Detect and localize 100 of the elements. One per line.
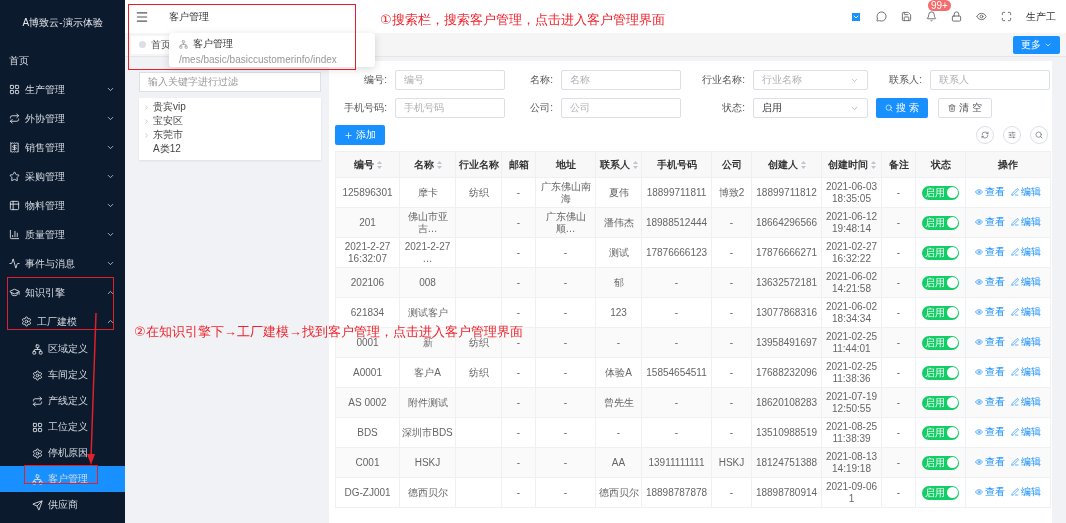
status-switch[interactable]: 启用 <box>922 395 959 410</box>
input-field[interactable]: 手机号码 <box>395 98 505 118</box>
add-button[interactable]: 添加 <box>335 125 385 145</box>
eye-icon <box>975 488 983 496</box>
edit-link[interactable]: 编辑 <box>1011 426 1041 438</box>
sidebar-item[interactable]: 工厂建模 <box>0 307 125 336</box>
sort-icon[interactable] <box>870 160 876 169</box>
more-button[interactable]: 更多 <box>1013 35 1060 54</box>
sidebar-item[interactable]: 区域定义 <box>0 336 125 362</box>
sort-icon[interactable] <box>800 160 806 169</box>
input-field[interactable]: 联系人 <box>930 70 1050 90</box>
sidebar-item[interactable]: 车间定义 <box>0 362 125 388</box>
sidebar-item[interactable]: 采购管理 <box>0 162 125 191</box>
sidebar-item[interactable]: 生产管理 <box>0 75 125 104</box>
edit-link[interactable]: 编辑 <box>1011 246 1041 258</box>
tree-item[interactable]: 贵宾vip <box>139 100 321 114</box>
edit-link[interactable]: 编辑 <box>1011 456 1041 468</box>
sidebar-item[interactable]: 客户管理 <box>0 466 125 492</box>
tree-item[interactable]: A类12 <box>139 142 321 156</box>
sidebar-item[interactable]: 产线定义 <box>0 388 125 414</box>
edit-link[interactable]: 编辑 <box>1011 306 1041 318</box>
sidebar-item[interactable]: 工位定义 <box>0 414 125 440</box>
sidebar-item[interactable]: 供应商 <box>0 492 125 518</box>
edit-link[interactable]: 编辑 <box>1011 396 1041 408</box>
sidebar-item[interactable]: 外协管理 <box>0 104 125 133</box>
edit-link[interactable]: 编辑 <box>1011 336 1041 348</box>
status-switch[interactable]: 启用 <box>922 425 959 440</box>
status-switch[interactable]: 启用 <box>922 275 959 290</box>
status-switch[interactable]: 启用 <box>922 455 959 470</box>
view-link[interactable]: 查看 <box>975 366 1005 378</box>
status-switch[interactable]: 启用 <box>922 365 959 380</box>
column-header[interactable]: 联系人 <box>595 151 642 178</box>
fullscreen-icon[interactable] <box>1001 11 1012 22</box>
sidebar-item[interactable]: 知识引擎 <box>0 278 125 307</box>
search-result[interactable]: 客户管理 <box>179 37 365 51</box>
sort-icon[interactable] <box>436 160 442 169</box>
view-link[interactable]: 查看 <box>975 186 1005 198</box>
status-switch[interactable]: 启用 <box>922 215 959 230</box>
tree-item[interactable]: 宝安区 <box>139 114 321 128</box>
bell-icon[interactable] <box>926 11 937 22</box>
dropdown-square-icon[interactable] <box>850 10 862 23</box>
column-header: 行业名称 <box>455 151 502 178</box>
select-field[interactable]: 行业名称 <box>753 70 868 90</box>
notification-badge: 99+ <box>928 0 951 11</box>
view-link[interactable]: 查看 <box>975 336 1005 348</box>
table-cell: 13958491697 <box>751 327 822 358</box>
refresh-button[interactable] <box>976 126 994 144</box>
edit-link[interactable]: 编辑 <box>1011 216 1041 228</box>
eye-icon <box>975 368 983 376</box>
column-header[interactable]: 创建时间 <box>821 151 882 178</box>
input-field[interactable]: 编号 <box>395 70 505 90</box>
edit-link[interactable]: 编辑 <box>1011 366 1041 378</box>
view-link[interactable]: 查看 <box>975 216 1005 228</box>
edit-icon <box>1011 338 1019 346</box>
status-switch[interactable]: 启用 <box>922 185 959 200</box>
table-cell: - <box>641 417 712 448</box>
column-header[interactable]: 名称 <box>399 151 456 178</box>
columns-button[interactable] <box>1003 126 1021 144</box>
table-cell: 2021-06-03 18:35:05 <box>821 177 882 208</box>
edit-link[interactable]: 编辑 <box>1011 486 1041 498</box>
view-link[interactable]: 查看 <box>975 426 1005 438</box>
sidebar-item[interactable]: 停机原因 <box>0 440 125 466</box>
status-switch[interactable]: 启用 <box>922 485 959 500</box>
status-switch[interactable]: 启用 <box>922 305 959 320</box>
clear-button[interactable]: 清 空 <box>937 98 992 118</box>
view-link[interactable]: 查看 <box>975 246 1005 258</box>
input-field[interactable]: 名称 <box>561 70 681 90</box>
view-link[interactable]: 查看 <box>975 486 1005 498</box>
search-toggle-button[interactable] <box>1030 126 1048 144</box>
status-switch[interactable]: 启用 <box>922 335 959 350</box>
sort-icon[interactable] <box>376 160 382 169</box>
tree-filter-field[interactable]: 输入关键字进行过滤 <box>139 72 321 92</box>
sidebar-item[interactable]: 销售管理 <box>0 133 125 162</box>
save-icon[interactable] <box>901 11 912 22</box>
sidebar-item[interactable]: 物料管理 <box>0 191 125 220</box>
menu-icon[interactable] <box>135 9 149 24</box>
status-switch[interactable]: 启用 <box>922 245 959 260</box>
user-name[interactable]: 生产工 <box>1026 9 1056 24</box>
chat-icon[interactable] <box>876 11 887 22</box>
view-link[interactable]: 查看 <box>975 276 1005 288</box>
table-cell: 附件测试 <box>399 387 456 418</box>
sidebar-item[interactable]: 首页 <box>0 46 125 75</box>
edit-link[interactable]: 编辑 <box>1011 186 1041 198</box>
eye-icon[interactable] <box>976 11 987 22</box>
sidebar-item[interactable]: 事件与消息 <box>0 249 125 278</box>
lock-icon[interactable] <box>951 11 962 22</box>
edit-link[interactable]: 编辑 <box>1011 276 1041 288</box>
sidebar-item[interactable]: 质量管理 <box>0 220 125 249</box>
tree-item[interactable]: 东莞市 <box>139 128 321 142</box>
search-button[interactable]: 搜 索 <box>876 98 928 118</box>
view-link[interactable]: 查看 <box>975 306 1005 318</box>
column-header[interactable]: 编号 <box>335 151 400 178</box>
select-field[interactable]: 启用 <box>753 98 868 118</box>
sort-icon[interactable] <box>632 160 638 169</box>
search-field[interactable]: 客户管理 <box>167 10 287 23</box>
view-link[interactable]: 查看 <box>975 456 1005 468</box>
input-field[interactable]: 公司 <box>561 98 681 118</box>
column-header[interactable]: 创建人 <box>751 151 822 178</box>
table-cell: - <box>641 297 712 328</box>
view-link[interactable]: 查看 <box>975 396 1005 408</box>
